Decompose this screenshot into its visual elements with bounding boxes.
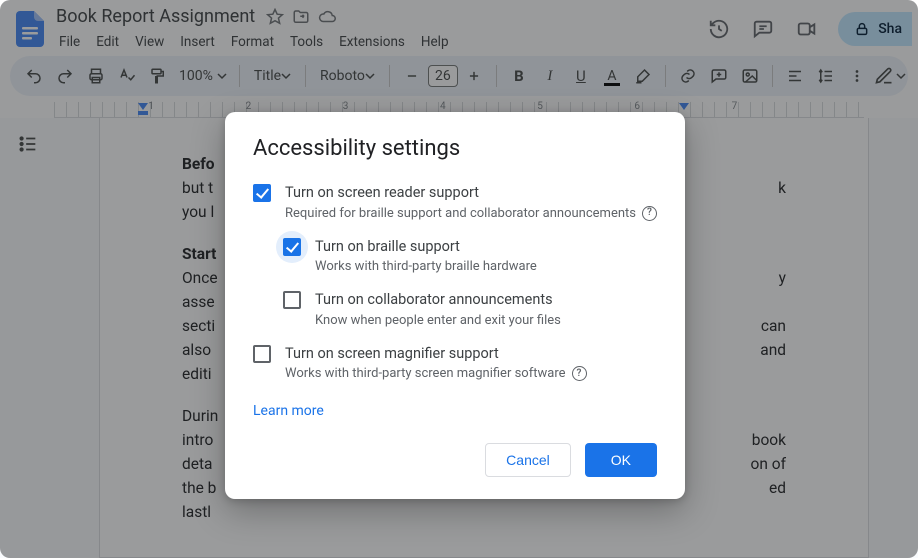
dialog-title: Accessibility settings (253, 136, 657, 161)
option-description: Required for braille support and collabo… (285, 206, 657, 221)
option-description: Works with third-party braille hardware (315, 259, 537, 274)
option-label: Turn on braille support (315, 237, 537, 257)
accessibility-option: Turn on braille support Works with third-… (283, 237, 657, 275)
option-label: Turn on collaborator announcements (315, 290, 561, 310)
accessibility-dialog: Accessibility settings Turn on screen re… (225, 112, 685, 499)
option-label: Turn on screen magnifier support (285, 344, 587, 364)
help-icon[interactable]: ? (572, 366, 587, 381)
checkbox[interactable] (283, 291, 301, 309)
option-description: Works with third-party screen magnifier … (285, 366, 587, 381)
learn-more-link[interactable]: Learn more (253, 403, 324, 419)
accessibility-option: Turn on collaborator announcements Know w… (283, 290, 657, 328)
checkbox[interactable] (253, 345, 271, 363)
ok-button[interactable]: OK (585, 443, 657, 477)
help-icon[interactable]: ? (642, 206, 657, 221)
accessibility-option: Turn on screen reader support Required fo… (253, 183, 657, 221)
checkbox[interactable] (283, 238, 301, 256)
option-label: Turn on screen reader support (285, 183, 657, 203)
checkbox[interactable] (253, 184, 271, 202)
app-window: Book Report Assignment File Edit View In… (0, 0, 918, 558)
cancel-button[interactable]: Cancel (485, 443, 571, 477)
accessibility-option: Turn on screen magnifier support Works wi… (253, 344, 657, 382)
option-description: Know when people enter and exit your fil… (315, 313, 561, 328)
